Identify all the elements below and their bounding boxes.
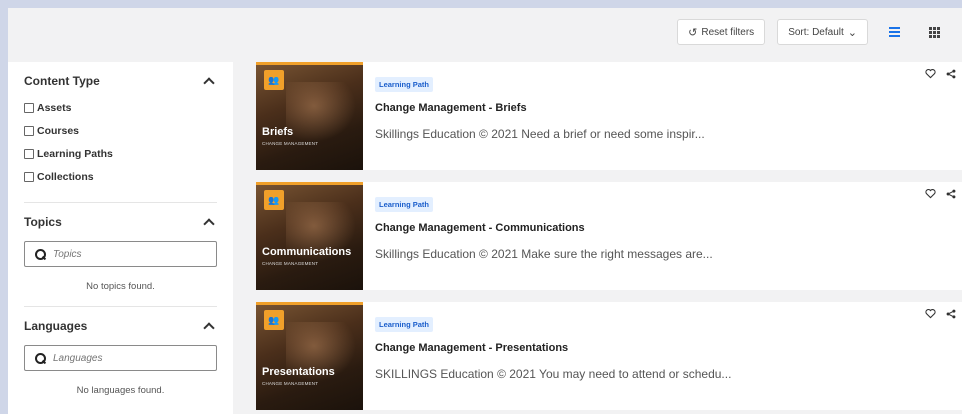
card-title[interactable]: Change Management - Briefs bbox=[375, 102, 950, 114]
filter-option-label: Collections bbox=[37, 170, 94, 183]
card-thumbnail[interactable]: 👥 Briefs CHANGE MANAGEMENT bbox=[256, 62, 363, 170]
app-frame: ↺ Reset filters Sort: Default ⌄ Content … bbox=[8, 8, 962, 414]
topics-filter: Topics No topics found. bbox=[24, 203, 217, 307]
filter-sidebar: Content Type Assets Courses Learning Pat… bbox=[8, 62, 233, 414]
result-card[interactable]: 👥 Communications CHANGE MANAGEMENT Learn… bbox=[256, 182, 962, 290]
topics-empty-message: No topics found. bbox=[86, 281, 155, 292]
result-card[interactable]: 👥 Presentations CHANGE MANAGEMENT Learni… bbox=[256, 302, 962, 410]
reset-icon: ↺ bbox=[688, 26, 698, 39]
heart-icon[interactable] bbox=[925, 68, 936, 79]
languages-search-input[interactable] bbox=[53, 352, 193, 364]
thumbnail-title: Briefs bbox=[262, 126, 294, 138]
languages-title: Languages bbox=[24, 319, 88, 333]
languages-empty-message: No languages found. bbox=[76, 385, 165, 396]
type-badge: Learning Path bbox=[375, 317, 434, 332]
results-toolbar: ↺ Reset filters Sort: Default ⌄ bbox=[677, 18, 948, 46]
card-description: SKILLINGS Education © 2021 You may need … bbox=[375, 367, 732, 381]
card-description: Skillings Education © 2021 Need a brief … bbox=[375, 127, 705, 141]
languages-search-box[interactable] bbox=[24, 345, 217, 371]
card-thumbnail[interactable]: 👥 Communications CHANGE MANAGEMENT bbox=[256, 182, 363, 290]
content-type-title: Content Type bbox=[24, 74, 100, 88]
share-icon[interactable] bbox=[946, 309, 956, 319]
sort-label: Sort: Default bbox=[788, 26, 844, 38]
search-icon bbox=[35, 353, 46, 364]
reset-filters-label: Reset filters bbox=[701, 26, 755, 38]
list-view-icon[interactable] bbox=[880, 19, 908, 45]
languages-header[interactable]: Languages bbox=[24, 317, 217, 335]
results-list: 👥 Briefs CHANGE MANAGEMENT Learning Path… bbox=[256, 62, 962, 414]
thumbnail-subtitle: CHANGE MANAGEMENT bbox=[262, 141, 319, 146]
filter-option-collections[interactable]: Collections bbox=[24, 165, 217, 188]
thumbnail-subtitle: CHANGE MANAGEMENT bbox=[262, 261, 319, 266]
filter-option-assets[interactable]: Assets bbox=[24, 96, 217, 119]
learning-path-icon: 👥 bbox=[264, 190, 284, 210]
topics-header[interactable]: Topics bbox=[24, 213, 217, 231]
checkbox[interactable] bbox=[24, 102, 34, 113]
reset-filters-button[interactable]: ↺ Reset filters bbox=[677, 19, 766, 45]
heart-icon[interactable] bbox=[925, 308, 936, 319]
thumbnail-title: Presentations bbox=[262, 366, 335, 378]
topics-search-input[interactable] bbox=[53, 248, 193, 260]
result-card[interactable]: 👥 Briefs CHANGE MANAGEMENT Learning Path… bbox=[256, 62, 962, 170]
filter-option-label: Assets bbox=[37, 101, 72, 114]
thumbnail-title: Communications bbox=[262, 246, 352, 258]
filter-option-label: Learning Paths bbox=[37, 147, 113, 160]
content-type-header[interactable]: Content Type bbox=[24, 72, 217, 90]
learning-path-icon: 👥 bbox=[264, 70, 284, 90]
chevron-up-icon[interactable] bbox=[203, 218, 215, 230]
chevron-up-icon[interactable] bbox=[203, 77, 215, 89]
share-icon[interactable] bbox=[946, 189, 956, 199]
card-title[interactable]: Change Management - Presentations bbox=[375, 342, 950, 354]
heart-icon[interactable] bbox=[925, 188, 936, 199]
card-thumbnail[interactable]: 👥 Presentations CHANGE MANAGEMENT bbox=[256, 302, 363, 410]
filter-option-label: Courses bbox=[37, 124, 80, 137]
checkbox[interactable] bbox=[24, 148, 34, 159]
type-badge: Learning Path bbox=[375, 197, 434, 212]
checkbox[interactable] bbox=[24, 171, 34, 182]
filter-option-courses[interactable]: Courses bbox=[24, 119, 217, 142]
languages-filter: Languages No languages found. bbox=[24, 307, 217, 410]
card-title[interactable]: Change Management - Communications bbox=[375, 222, 950, 234]
topics-title: Topics bbox=[24, 215, 62, 229]
type-badge: Learning Path bbox=[375, 77, 434, 92]
search-icon bbox=[35, 249, 46, 260]
chevron-down-icon: ⌄ bbox=[847, 26, 857, 39]
filter-option-learning-paths[interactable]: Learning Paths bbox=[24, 142, 217, 165]
learning-path-icon: 👥 bbox=[264, 310, 284, 330]
checkbox[interactable] bbox=[24, 125, 34, 136]
grid-view-icon[interactable] bbox=[920, 19, 948, 45]
thumbnail-subtitle: CHANGE MANAGEMENT bbox=[262, 381, 319, 386]
sort-dropdown[interactable]: Sort: Default ⌄ bbox=[777, 19, 868, 45]
content-type-filter: Content Type Assets Courses Learning Pat… bbox=[24, 62, 217, 203]
topics-search-box[interactable] bbox=[24, 241, 217, 267]
share-icon[interactable] bbox=[946, 69, 956, 79]
chevron-up-icon[interactable] bbox=[203, 322, 215, 334]
card-description: Skillings Education © 2021 Make sure the… bbox=[375, 247, 713, 261]
